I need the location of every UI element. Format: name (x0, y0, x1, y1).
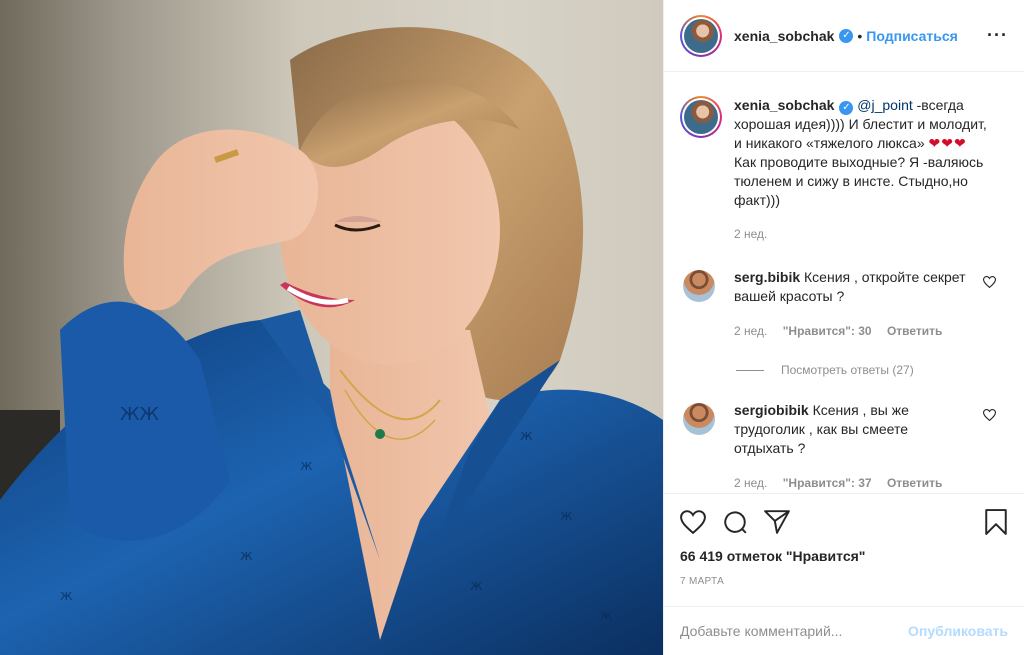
action-bar (680, 494, 1008, 550)
comment-time[interactable]: 2 нед. (734, 324, 767, 338)
comments-list[interactable]: xenia_sobchak ✓ @j_point -всегда хорошая … (664, 73, 1024, 493)
heart-icon[interactable] (680, 510, 706, 534)
svg-text:ж: ж (470, 578, 483, 594)
header-separator: • (857, 27, 863, 44)
caption-author-avatar[interactable] (680, 96, 722, 138)
svg-text:ж: ж (60, 588, 73, 604)
comment-likes[interactable]: "Нравится": 37 (783, 476, 872, 490)
caption-username[interactable]: xenia_sobchak (734, 97, 834, 113)
post-header: xenia_sobchak ✓ • Подписаться ··· (664, 0, 1024, 72)
add-comment-bar: Опубликовать (664, 606, 1024, 655)
commenter-avatar[interactable] (683, 270, 715, 302)
comment-like-heart-icon[interactable] (983, 409, 996, 421)
comment-likes[interactable]: "Нравится": 30 (783, 324, 872, 338)
follow-button[interactable]: Подписаться (866, 28, 958, 44)
post-photo[interactable]: ЖЖ ж ж ж ж ж ж ж (0, 0, 663, 655)
view-replies-label: Посмотреть ответы (27) (781, 363, 914, 377)
svg-text:ж: ж (520, 428, 533, 444)
comment-item: serg.bibik Ксения , откройте секрет ваше… (680, 268, 1008, 341)
comment-input[interactable] (680, 623, 909, 639)
replies-divider (736, 369, 764, 371)
post-caption: xenia_sobchak ✓ @j_point -всегда хорошая … (680, 96, 1008, 244)
svg-text:ж: ж (300, 458, 313, 474)
reply-button[interactable]: Ответить (887, 476, 942, 490)
svg-text:ж: ж (600, 608, 613, 624)
caption-mention-link[interactable]: @j_point (857, 97, 912, 113)
svg-text:ЖЖ: ЖЖ (120, 404, 159, 425)
publish-button[interactable]: Опубликовать (908, 623, 1008, 639)
post-image-illustration: ЖЖ ж ж ж ж ж ж ж (0, 27, 663, 655)
more-options-icon[interactable]: ··· (987, 25, 1008, 46)
paper-plane-icon[interactable] (764, 510, 790, 534)
view-replies-button[interactable]: Посмотреть ответы (27) (736, 363, 1008, 377)
heart-emoji-icon: ❤❤❤ (928, 135, 967, 151)
comment-time[interactable]: 2 нед. (734, 476, 767, 490)
verified-badge-icon: ✓ (839, 100, 854, 115)
svg-text:ж: ж (240, 548, 253, 564)
reply-button[interactable]: Ответить (887, 324, 942, 338)
comment-bubble-icon[interactable] (722, 509, 748, 535)
post-date[interactable]: 7 МАРТА (680, 576, 1008, 587)
commenter-username[interactable]: sergiobibik (734, 402, 809, 418)
comment-like-heart-icon[interactable] (983, 276, 996, 288)
verified-badge-icon: ✓ (839, 28, 854, 43)
caption-time[interactable]: 2 нед. (734, 225, 989, 244)
author-avatar[interactable] (680, 14, 722, 57)
likes-count[interactable]: 66 419 отметок "Нравится" (680, 548, 1008, 564)
comment-item: sergiobibik Ксения , вы же трудоголик , … (680, 401, 1008, 493)
caption-text-part-2: Как проводите выходные? Я -валяюсь тюлен… (734, 154, 984, 208)
bookmark-icon[interactable] (984, 509, 1008, 535)
author-username[interactable]: xenia_sobchak (734, 28, 834, 44)
commenter-avatar[interactable] (683, 403, 715, 435)
post-actions-section: 66 419 отметок "Нравится" 7 МАРТА (664, 493, 1024, 587)
svg-text:ж: ж (560, 508, 573, 524)
post-side-panel: xenia_sobchak ✓ • Подписаться ··· xenia_… (663, 0, 1024, 655)
commenter-username[interactable]: serg.bibik (734, 269, 800, 285)
